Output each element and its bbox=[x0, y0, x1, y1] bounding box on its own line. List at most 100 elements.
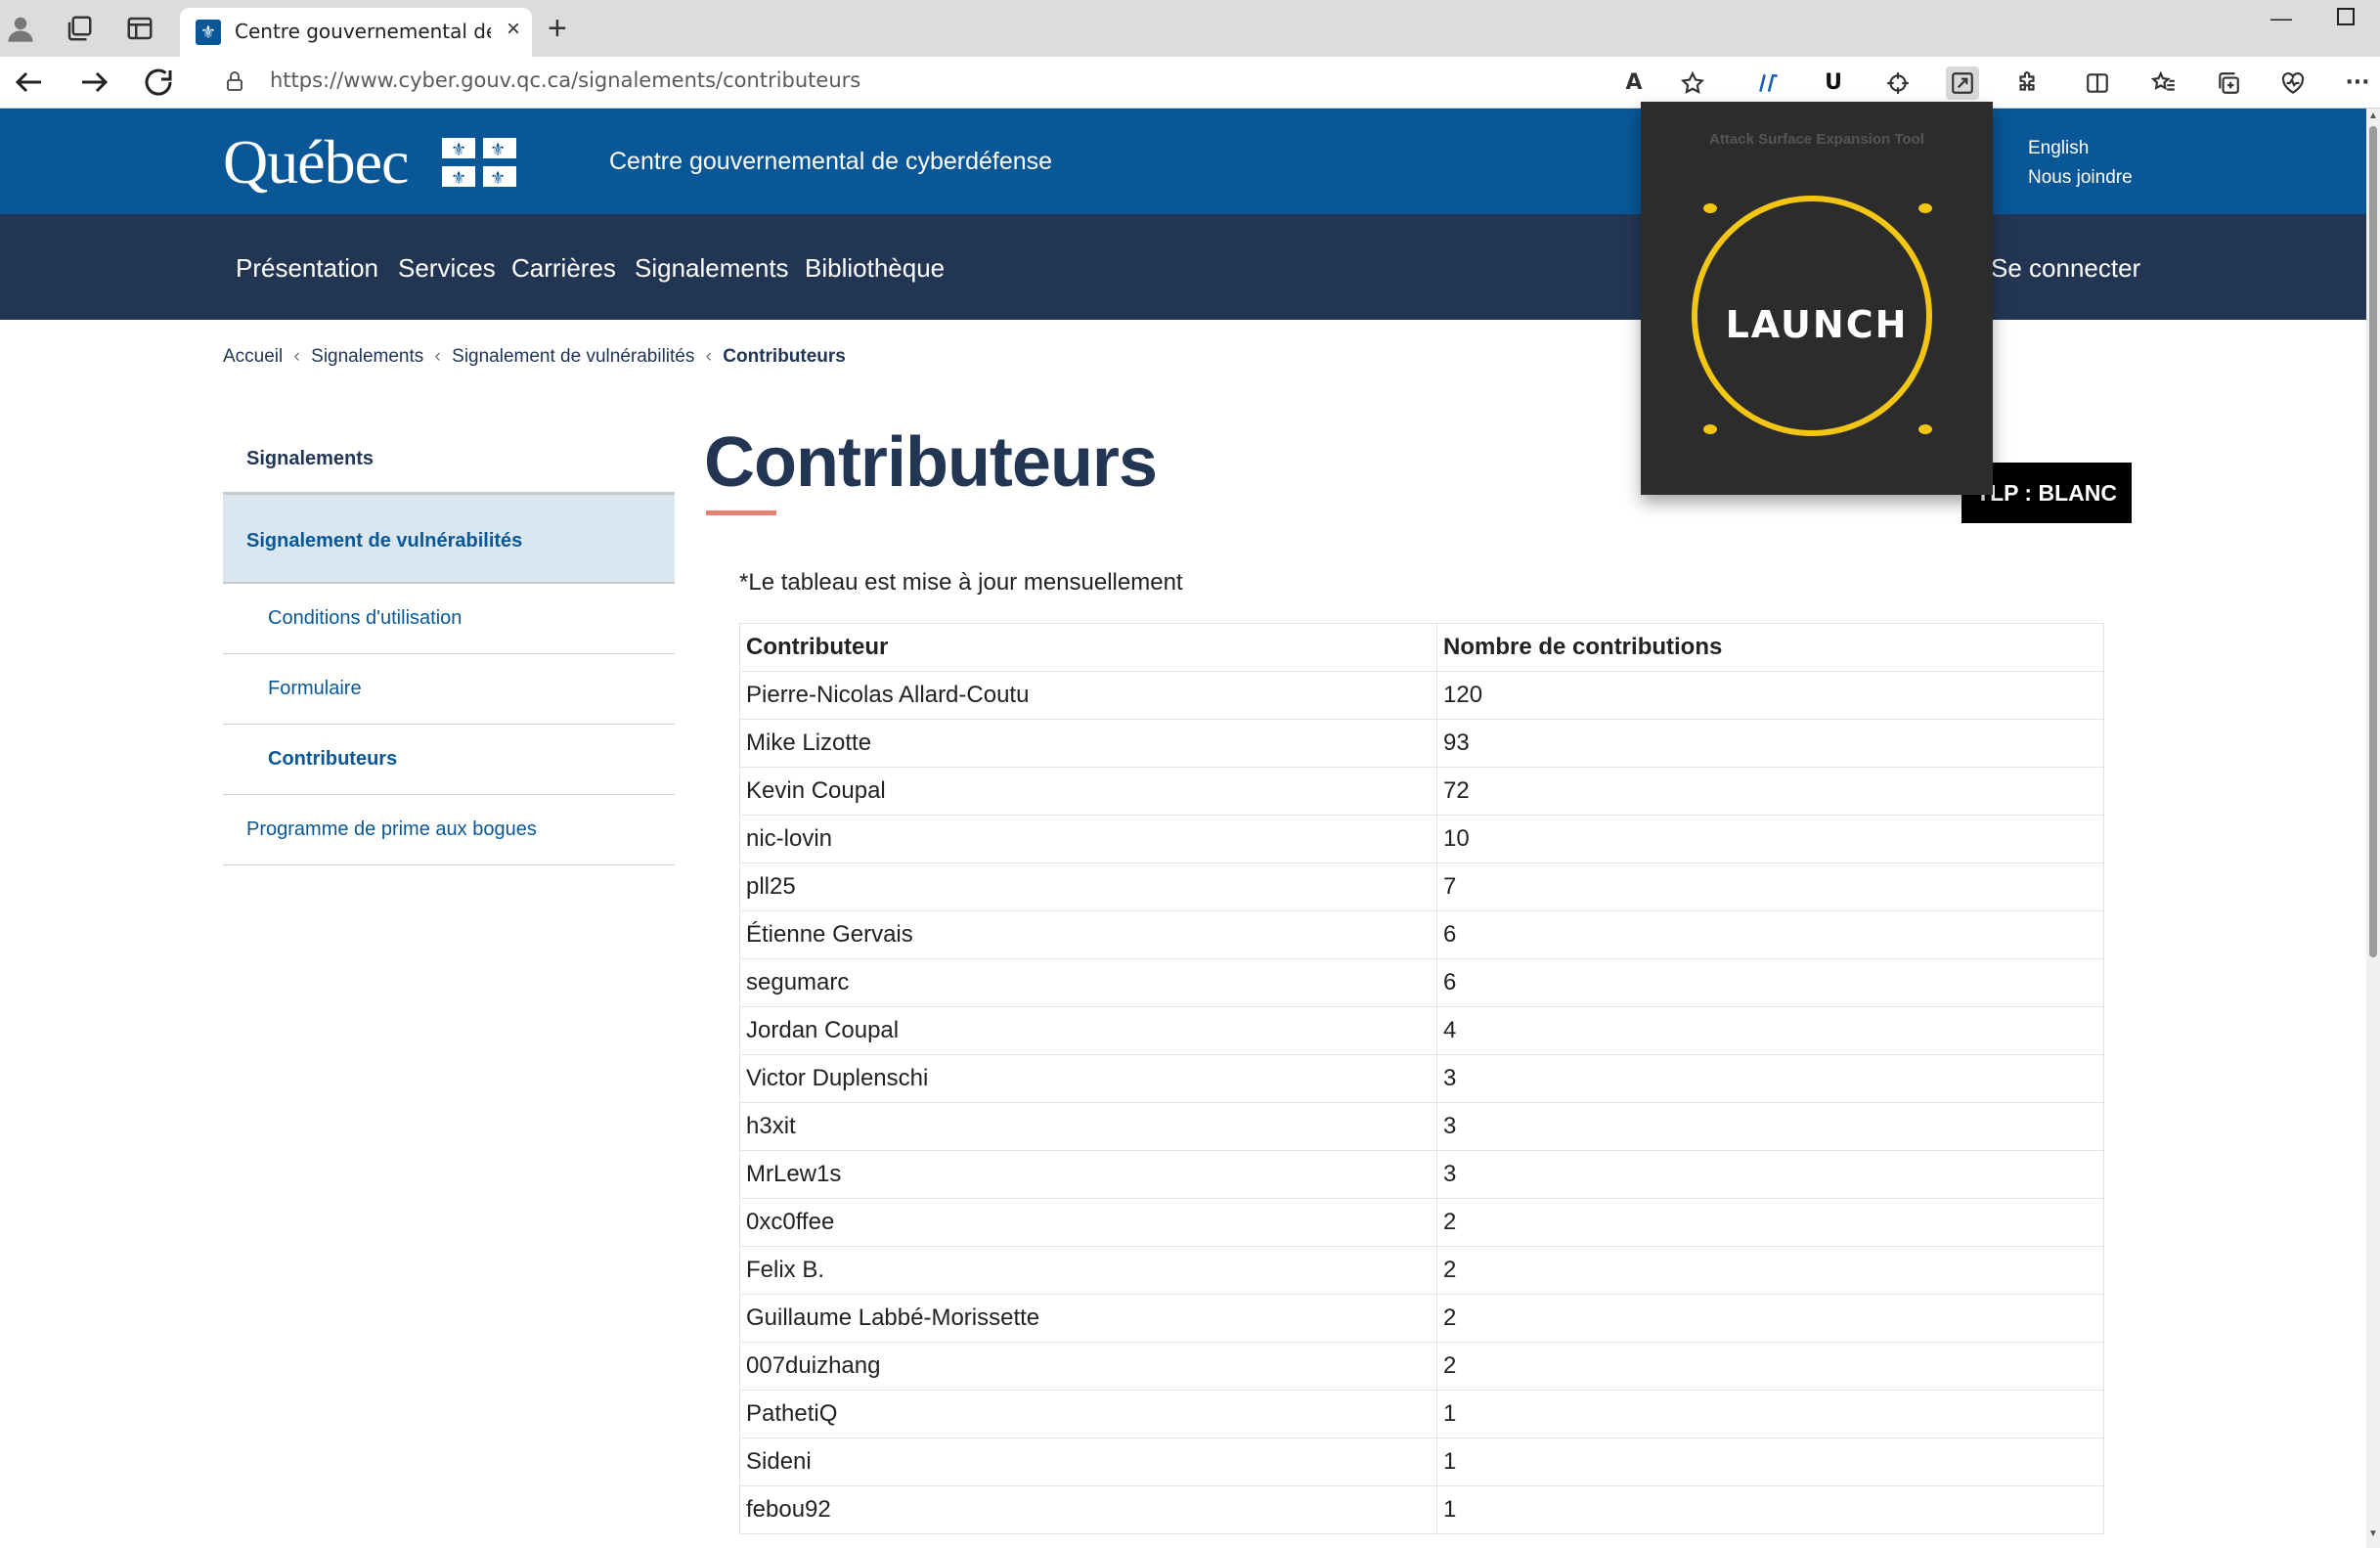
contributor-name-cell: segumarc bbox=[739, 958, 1437, 1007]
contribution-count-cell: 2 bbox=[1436, 1294, 2104, 1343]
table-row: Sideni 1 bbox=[739, 1437, 2104, 1486]
favorites-list-icon[interactable] bbox=[2147, 66, 2181, 100]
contributor-name-cell: nic-lovin bbox=[739, 815, 1437, 863]
table-row: segumarc 6 bbox=[739, 958, 2104, 1007]
breadcrumb-separator: ‹ bbox=[434, 346, 441, 367]
contributor-name-cell: Guillaume Labbé-Morissette bbox=[739, 1294, 1437, 1343]
contributor-name-cell: h3xit bbox=[739, 1102, 1437, 1151]
column-header-contributor: Contributeur bbox=[739, 623, 1437, 672]
table-row: Jordan Coupal 4 bbox=[739, 1006, 2104, 1055]
decorative-dot bbox=[1703, 424, 1717, 434]
nav-item-carrieres[interactable]: Carrières bbox=[511, 253, 616, 284]
title-underline bbox=[706, 510, 776, 515]
maximize-button[interactable] bbox=[2337, 8, 2355, 25]
sidebar-title[interactable]: Signalements bbox=[223, 430, 675, 495]
extension-title: Attack Surface Expansion Tool bbox=[1709, 131, 1924, 148]
contribution-count-cell: 120 bbox=[1436, 671, 2104, 720]
svg-text:⚜: ⚜ bbox=[451, 168, 466, 187]
svg-text:⚜: ⚜ bbox=[451, 140, 466, 160]
tab-actions-icon[interactable] bbox=[123, 14, 156, 43]
contributor-name-cell: Jordan Coupal bbox=[739, 1006, 1437, 1055]
forward-icon[interactable] bbox=[76, 65, 111, 100]
favorite-icon[interactable] bbox=[1676, 66, 1709, 100]
site-name[interactable]: Centre gouvernemental de cyberdéfense bbox=[609, 148, 1052, 176]
nav-item-services[interactable]: Services bbox=[398, 253, 496, 284]
contributor-name-cell: MrLew1s bbox=[739, 1150, 1437, 1199]
workspaces-icon[interactable] bbox=[63, 14, 96, 43]
table-row: Mike Lizotte 93 bbox=[739, 719, 2104, 768]
launch-button-label[interactable]: LAUNCH bbox=[1641, 303, 1993, 346]
breadcrumb-current: Contributeurs bbox=[723, 346, 846, 367]
site-header: Québec ⚜ ⚜ ⚜ ⚜ Centre gouvernemental de cy… bbox=[0, 109, 2366, 214]
table-row: MrLew1s 3 bbox=[739, 1150, 2104, 1199]
contribution-count-cell: 2 bbox=[1436, 1246, 2104, 1295]
table-row: PathetiQ 1 bbox=[739, 1390, 2104, 1438]
browser-essentials-icon[interactable] bbox=[2276, 66, 2310, 100]
scroll-up-icon[interactable]: ▲ bbox=[2368, 111, 2378, 121]
quebec-logo[interactable]: Québec bbox=[223, 130, 409, 195]
sidebar-item-formulaire[interactable]: Formulaire bbox=[223, 654, 675, 725]
breadcrumb-item-signalements[interactable]: Signalements bbox=[311, 346, 423, 367]
sidebar-item-vulnerabilites[interactable]: Signalement de vulnérabilités bbox=[223, 495, 675, 584]
nav-item-presentation[interactable]: Présentation bbox=[236, 253, 378, 284]
new-tab-button[interactable]: + bbox=[548, 10, 567, 47]
page-scrollbar[interactable]: ▲ ▼ bbox=[2366, 109, 2380, 1548]
contributor-name-cell: PathetiQ bbox=[739, 1390, 1437, 1438]
minimize-button[interactable]: — bbox=[2270, 6, 2292, 31]
table-row: 0xc0ffee 2 bbox=[739, 1198, 2104, 1247]
active-tab[interactable]: ⚜ Centre gouvernemental de cyber × bbox=[180, 8, 532, 57]
table-row: Kevin Coupal 72 bbox=[739, 767, 2104, 816]
nav-item-signalements[interactable]: Signalements bbox=[635, 253, 789, 284]
tab-close-icon[interactable]: × bbox=[507, 16, 520, 43]
contributor-name-cell: Felix B. bbox=[739, 1246, 1437, 1295]
extension-icon[interactable] bbox=[1752, 66, 1785, 100]
contribution-count-cell: 72 bbox=[1436, 767, 2104, 816]
collections-icon[interactable] bbox=[2212, 66, 2245, 100]
nav-item-bibliotheque[interactable]: Bibliothèque bbox=[805, 253, 945, 284]
launch-ext-icon[interactable] bbox=[1946, 66, 1979, 100]
url-field[interactable]: https://www.cyber.gouv.qc.ca/signalement… bbox=[270, 68, 860, 92]
lock-icon[interactable] bbox=[223, 68, 246, 94]
quebec-favicon-icon: ⚜ bbox=[196, 20, 221, 45]
refresh-icon[interactable] bbox=[141, 65, 176, 100]
back-icon[interactable] bbox=[12, 65, 47, 100]
svg-text:⚜: ⚜ bbox=[490, 168, 506, 187]
profile-icon[interactable] bbox=[4, 14, 37, 43]
table-row: h3xit 3 bbox=[739, 1102, 2104, 1151]
table-header-row: Contributeur Nombre de contributions bbox=[739, 623, 2104, 672]
contact-link[interactable]: Nous joindre bbox=[2028, 167, 2133, 189]
breadcrumb-item-accueil[interactable]: Accueil bbox=[223, 346, 283, 367]
contributor-name-cell: febou92 bbox=[739, 1485, 1437, 1534]
decorative-dot bbox=[1918, 424, 1932, 434]
crosshair-icon[interactable] bbox=[1881, 66, 1915, 100]
sidebar-item-conditions[interactable]: Conditions d'utilisation bbox=[223, 584, 675, 654]
scroll-down-icon[interactable]: ▼ bbox=[2368, 1528, 2378, 1539]
contributor-name-cell: pll25 bbox=[739, 862, 1437, 911]
table-row: Victor Duplenschi 3 bbox=[739, 1054, 2104, 1103]
more-icon[interactable]: ··· bbox=[2341, 66, 2374, 100]
table-row: Felix B. 2 bbox=[739, 1246, 2104, 1295]
contributor-name-cell: 007duizhang bbox=[739, 1342, 1437, 1391]
sidebar-item-bug-bounty[interactable]: Programme de prime aux bogues bbox=[223, 795, 675, 865]
breadcrumb-separator: ‹ bbox=[293, 346, 300, 367]
puzzle-icon[interactable] bbox=[2010, 66, 2044, 100]
table-row: nic-lovin 10 bbox=[739, 815, 2104, 863]
breadcrumb: Accueil ‹ Signalements ‹ Signalement de … bbox=[223, 346, 852, 368]
breadcrumb-item-vulnerabilites[interactable]: Signalement de vulnérabilités bbox=[452, 346, 694, 367]
read-aloud-icon[interactable]: A bbox=[1617, 66, 1651, 100]
split-screen-icon[interactable] bbox=[2081, 66, 2114, 100]
language-link[interactable]: English bbox=[2028, 138, 2089, 159]
table-note: *Le tableau est mise à jour mensuellemen… bbox=[739, 569, 1183, 596]
decorative-dot bbox=[1703, 203, 1717, 213]
browser-tab-bar: ⚜ Centre gouvernemental de cyber × + — bbox=[0, 0, 2380, 57]
decorative-dot bbox=[1918, 203, 1932, 213]
sidebar-item-contributeurs[interactable]: Contributeurs bbox=[223, 725, 675, 795]
scrollbar-thumb[interactable] bbox=[2369, 126, 2377, 957]
contribution-count-cell: 6 bbox=[1436, 958, 2104, 1007]
login-link[interactable]: Se connecter bbox=[1991, 253, 2140, 284]
contributor-name-cell: Étienne Gervais bbox=[739, 910, 1437, 959]
contribution-count-cell: 4 bbox=[1436, 1006, 2104, 1055]
ext-u-icon[interactable]: U bbox=[1817, 66, 1850, 100]
contribution-count-cell: 2 bbox=[1436, 1342, 2104, 1391]
contribution-count-cell: 2 bbox=[1436, 1198, 2104, 1247]
